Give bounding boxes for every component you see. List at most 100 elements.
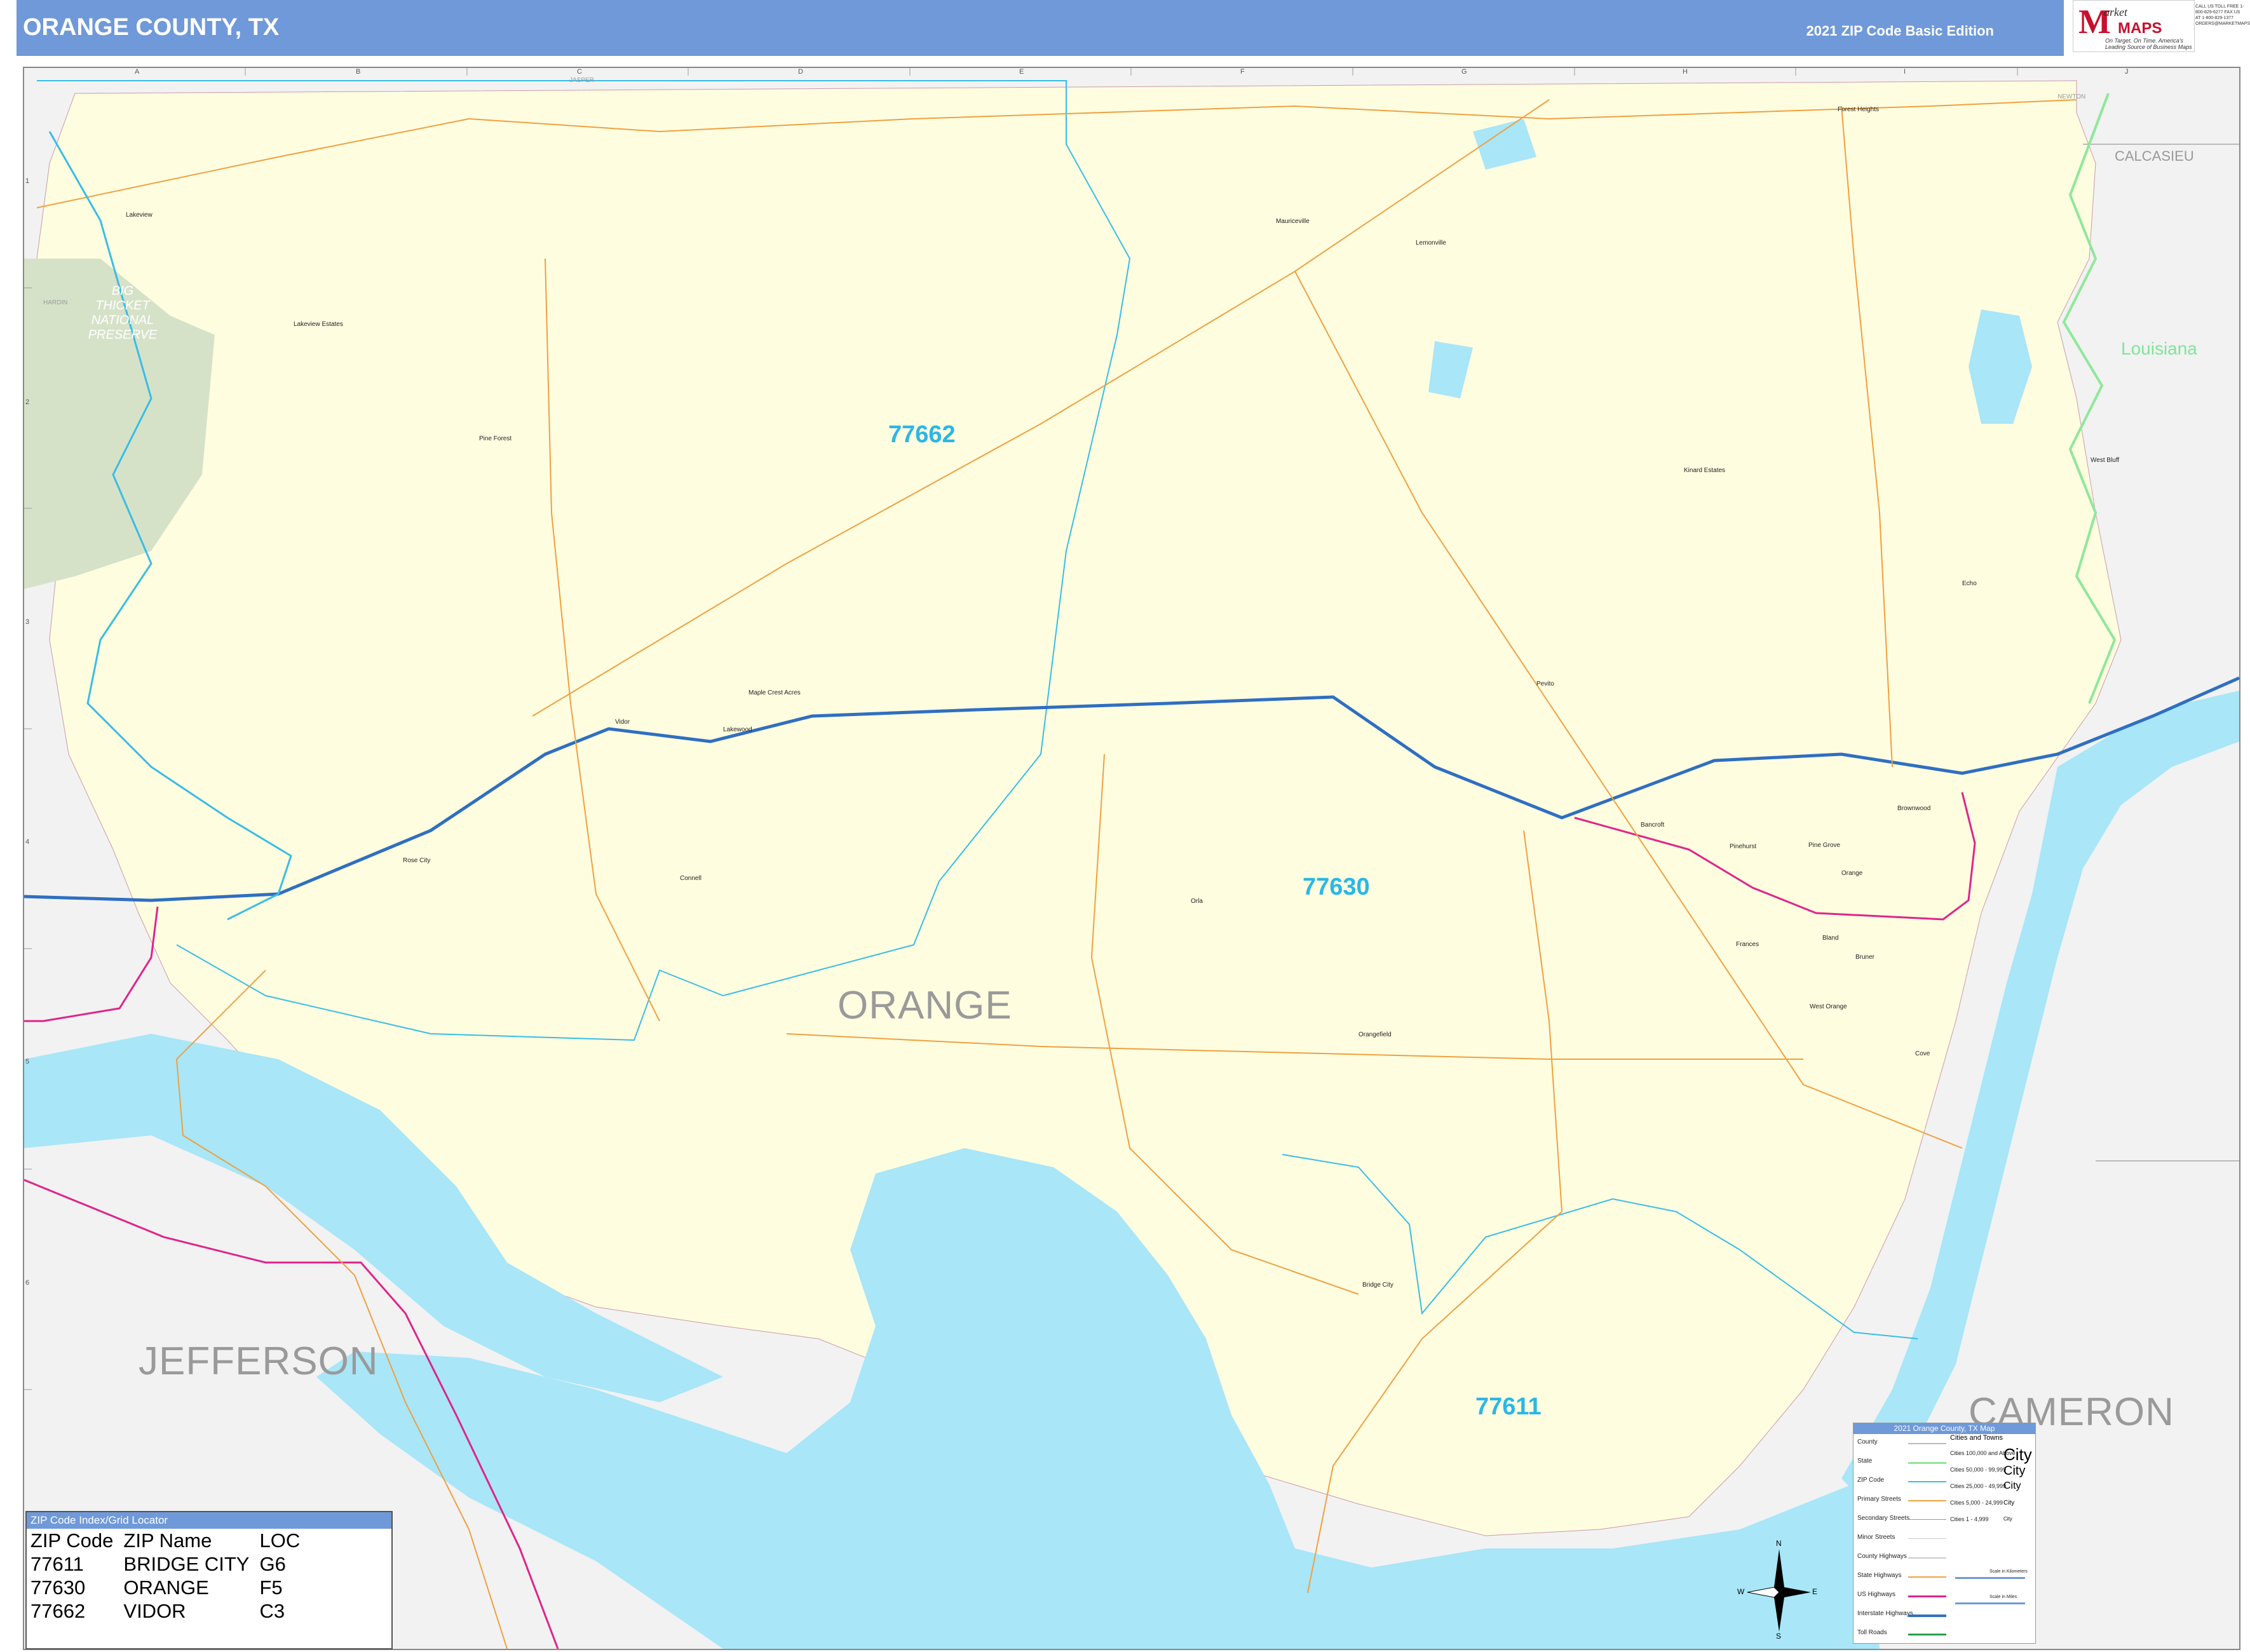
legend-city-demo: City	[2003, 1516, 2012, 1522]
grid-col-j: J	[2125, 68, 2129, 76]
town-label: Maple Crest Acres	[749, 689, 801, 696]
scale-mi-label: Scale in Miles	[1989, 1595, 2017, 1599]
legend-swatch	[1908, 1634, 1946, 1635]
edition-label: 2021 ZIP Code Basic Edition	[1806, 23, 1994, 39]
legend-swatch	[1908, 1557, 1946, 1559]
zip-label-77630: 77630	[1303, 874, 1370, 900]
grid-col-a: A	[135, 68, 140, 76]
map-legend: 2021 Orange County, TX Map Cities and To…	[1853, 1423, 2036, 1644]
legend-swatch	[1908, 1538, 1946, 1539]
logo-maps: MAPS	[2118, 20, 2162, 37]
legend-city-size: Cities 5,000 - 24,999	[1950, 1500, 2003, 1506]
legend-city-size: Cities 1 - 4,999	[1950, 1516, 1989, 1522]
town-label: Orla	[1191, 898, 1203, 905]
column-header: ZIP Code	[30, 1529, 114, 1552]
compass-graphic	[1747, 1549, 1811, 1632]
town-label: Pinehurst	[1730, 843, 1757, 850]
column-header: LOC	[259, 1529, 301, 1552]
table-cell: F5	[259, 1576, 283, 1599]
town-label: Echo	[1962, 580, 1977, 587]
map-graphics	[24, 68, 2239, 1649]
town-label: Connell	[680, 875, 701, 882]
zip-index-table: ZIP Code ZIP Name LOC 77611 BRIDGE CITY …	[29, 1529, 309, 1623]
grid-row-3: 3	[25, 618, 30, 626]
town-label: West Bluff	[2091, 457, 2120, 464]
scale-bar-mi	[1955, 1602, 2025, 1604]
header-bar: ORANGE COUNTY, TX 2021 ZIP Code Basic Ed…	[17, 0, 2064, 56]
grid-col-f: F	[1240, 68, 1245, 76]
town-label: Brownwood	[1897, 805, 1931, 812]
table-cell: 77630	[30, 1576, 86, 1599]
grid-row-4: 4	[25, 838, 30, 846]
town-label: Bland	[1822, 935, 1839, 942]
legend-city-demo: City	[2003, 1464, 2026, 1478]
grid-row-5: 5	[25, 1058, 30, 1066]
compass-n: N	[1776, 1539, 1782, 1548]
zip-index-panel: ZIP Code Index/Grid Locator ZIP Code ZIP…	[25, 1511, 393, 1649]
town-label: Bridge City	[1362, 1282, 1393, 1289]
legend-item: Secondary Streets	[1857, 1515, 1910, 1522]
compass-e: E	[1812, 1587, 1818, 1596]
table-header-row: ZIP Code ZIP Name LOC	[29, 1529, 309, 1552]
legend-city-demo: City	[2003, 1445, 2032, 1464]
town-label: Pine Grove	[1808, 842, 1841, 849]
table-row: 77630 ORANGE F5	[29, 1576, 309, 1599]
town-label: Lakeview Estates	[294, 321, 343, 328]
legend-item: Toll Roads	[1857, 1629, 1887, 1636]
legend-item: ZIP Code	[1857, 1477, 1885, 1484]
legend-item: Minor Streets	[1857, 1534, 1895, 1541]
zip-index-title: ZIP Code Index/Grid Locator	[27, 1512, 391, 1529]
grid-col-c: C	[577, 68, 582, 76]
map-canvas[interactable]: A B C D E F G H I J 1 2 3 4 5 6 ORANGE J…	[23, 67, 2240, 1650]
grid-col-g: G	[1461, 68, 1467, 76]
column-header: ZIP Name	[123, 1529, 212, 1552]
state-label-louisiana: Louisiana	[2121, 339, 2197, 358]
table-cell: 77662	[30, 1600, 86, 1622]
table-cell: BRIDGE CITY	[123, 1553, 250, 1575]
town-label: Pine Forest	[479, 435, 512, 442]
legend-item: State	[1857, 1458, 1873, 1465]
grid-col-b: B	[356, 68, 361, 76]
legend-city-size: Cities 50,000 - 99,999	[1950, 1466, 2007, 1473]
table-cell: 77611	[30, 1553, 84, 1575]
table-cell: G6	[259, 1553, 286, 1575]
legend-title: 2021 Orange County, TX Map	[1854, 1423, 2035, 1434]
town-label: Bruner	[1855, 954, 1875, 961]
town-label: West Orange	[1810, 1003, 1847, 1010]
logo-word: arket	[2104, 6, 2127, 18]
grid-col-i: I	[1904, 68, 1906, 76]
town-label: Orangefield	[1359, 1031, 1392, 1038]
zip-label-77662: 77662	[888, 421, 956, 448]
table-cell: ORANGE	[123, 1576, 209, 1599]
compass-w: W	[1737, 1587, 1745, 1596]
town-label: Cove	[1915, 1050, 1930, 1057]
legend-swatch	[1908, 1576, 1946, 1578]
legend-item: County Highways	[1857, 1553, 1907, 1560]
legend-city-size: Cities 25,000 - 49,999	[1950, 1483, 2007, 1489]
logo-tagline: On Target. On Time. America's Leading So…	[2105, 37, 2192, 50]
table-row: 77611 BRIDGE CITY G6	[29, 1552, 309, 1576]
park-label: BIG THICKET NATIONAL PRESERVE	[88, 284, 158, 342]
table-row: 77662 VIDOR C3	[29, 1599, 309, 1623]
town-label: Lemonville	[1416, 240, 1446, 247]
grid-row-1: 1	[25, 177, 30, 185]
legend-swatch	[1908, 1462, 1946, 1464]
neighbor-county-jefferson: JEFFERSON	[139, 1339, 379, 1383]
neighbor-county-calcasieu: CALCASIEU	[2115, 148, 2194, 164]
town-label: Kinard Estates	[1684, 467, 1726, 474]
compass-rose-icon: N S E W	[1737, 1539, 1818, 1641]
town-label: Mauriceville	[1276, 218, 1310, 225]
legend-cities-header: Cities and Towns	[1950, 1434, 2003, 1442]
town-label: Pevito	[1536, 680, 1554, 687]
town-label: Lakewood	[723, 726, 752, 733]
legend-swatch	[1908, 1443, 1946, 1444]
table-cell: C3	[259, 1600, 285, 1622]
legend-swatch	[1908, 1615, 1946, 1617]
legend-item: Primary Streets	[1857, 1496, 1901, 1503]
legend-item: US Highways	[1857, 1591, 1896, 1598]
grid-row-2: 2	[25, 398, 30, 406]
town-label: Forest Heights	[1838, 106, 1880, 113]
legend-item: County	[1857, 1439, 1878, 1446]
grid-col-d: D	[798, 68, 803, 76]
market-maps-logo: M arket MAPS On Target. On Time. America…	[2073, 0, 2195, 52]
